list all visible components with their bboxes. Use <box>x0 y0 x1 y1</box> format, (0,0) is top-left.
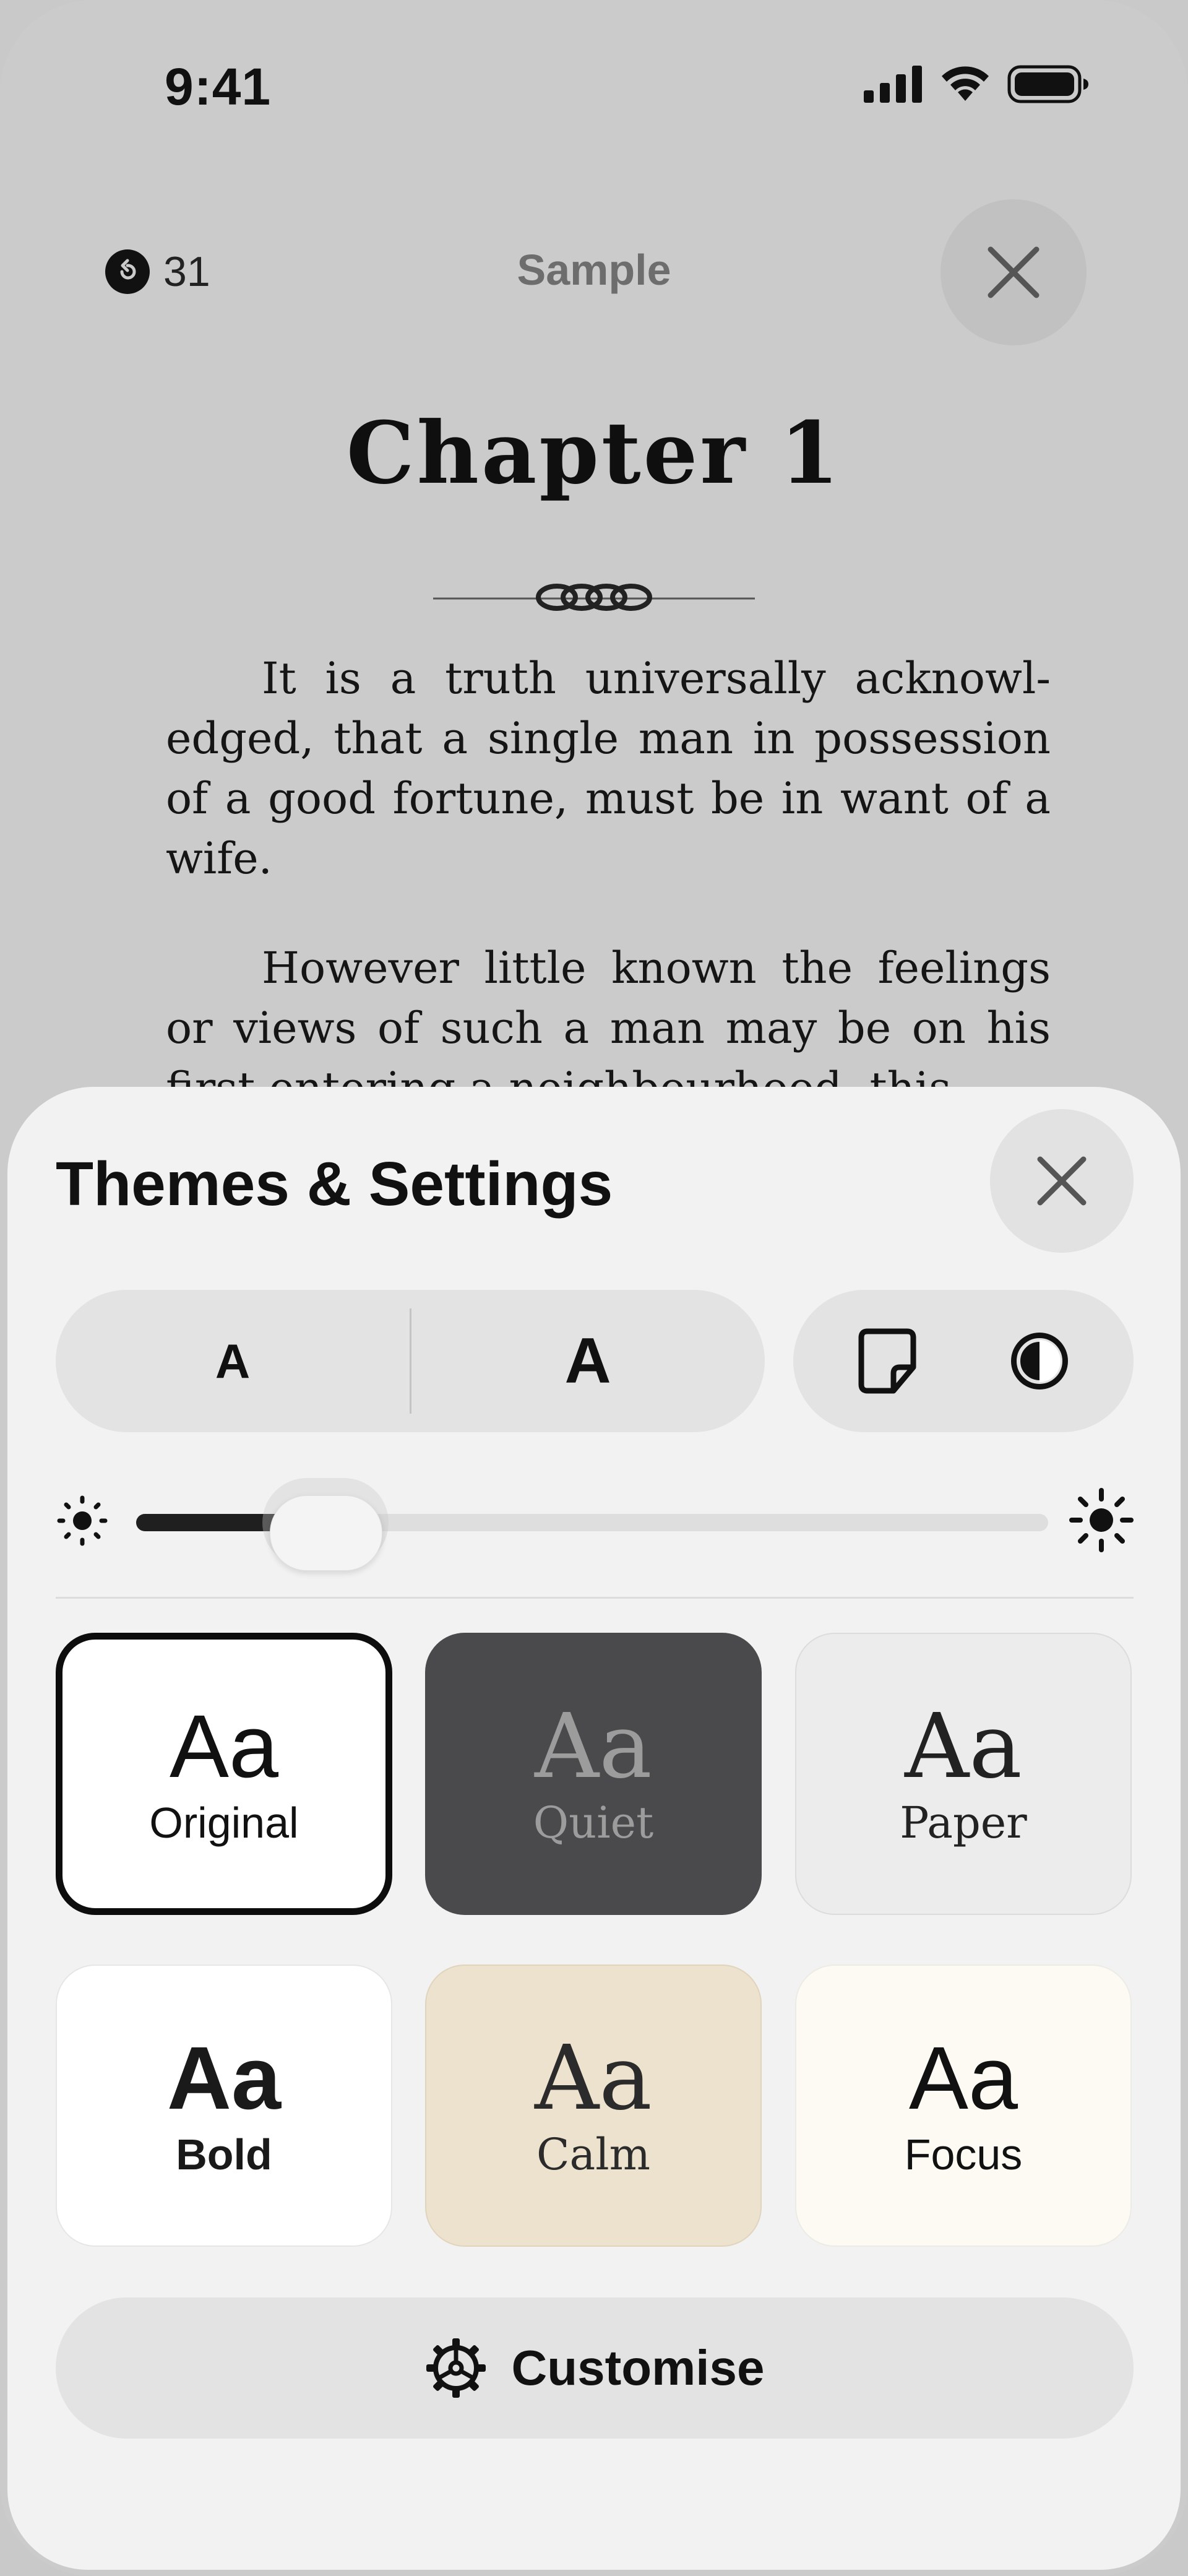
page-view-button[interactable] <box>813 1290 962 1432</box>
theme-sample: Aa <box>169 1696 279 1796</box>
theme-original[interactable]: Aa Original <box>56 1633 392 1915</box>
theme-calm[interactable]: Aa Calm <box>425 1964 762 2247</box>
decrease-font-button[interactable]: A <box>56 1290 410 1432</box>
increase-font-button[interactable]: A <box>411 1290 765 1432</box>
theme-label: Calm <box>536 2129 651 2180</box>
status-icons <box>864 65 1089 103</box>
theme-sample: Aa <box>908 2028 1018 2128</box>
theme-paper[interactable]: Aa Paper <box>795 1633 1132 1915</box>
theme-quiet[interactable]: Aa Quiet <box>425 1633 762 1915</box>
cellular-signal-icon <box>864 66 922 103</box>
gear-icon <box>426 2338 486 2398</box>
brightness-low-icon <box>57 1495 108 1546</box>
slider-track[interactable] <box>136 1478 1048 1571</box>
reader-close-button[interactable] <box>940 199 1087 345</box>
status-bar: 9:41 <box>0 0 1188 161</box>
slider-thumb[interactable] <box>270 1495 383 1571</box>
ornament-divider-icon <box>433 584 755 611</box>
themes-settings-sheet: Themes & Settings A A Aa Original Aa Qui… <box>7 1087 1181 2570</box>
status-time: 9:41 <box>165 58 272 116</box>
customise-button[interactable]: Customise <box>56 2297 1134 2439</box>
theme-sample: Aa <box>905 1694 1022 1798</box>
close-icon <box>1037 1156 1087 1206</box>
theme-label: Focus <box>904 2130 1023 2179</box>
font-size-control: A A <box>56 1290 765 1432</box>
sheet-close-button[interactable] <box>990 1109 1134 1253</box>
battery-icon <box>1007 65 1088 103</box>
theme-sample: Aa <box>535 2026 652 2130</box>
appearance-contrast-icon <box>1011 1333 1068 1390</box>
theme-label: Paper <box>900 1797 1027 1848</box>
theme-label: Bold <box>176 2130 272 2179</box>
divider <box>56 1597 1134 1599</box>
paragraph: It is a truth universally acknowl­edged,… <box>166 653 1051 884</box>
brightness-high-icon <box>1069 1488 1134 1552</box>
view-mode-control <box>793 1290 1134 1432</box>
theme-label: Original <box>149 1799 299 1847</box>
sheet-title: Themes & Settings <box>56 1149 613 1219</box>
theme-label: Quiet <box>533 1797 654 1848</box>
theme-bold[interactable]: Aa Bold <box>56 1964 392 2247</box>
close-icon <box>988 246 1040 298</box>
wifi-icon <box>942 66 989 101</box>
theme-sample: Aa <box>535 1694 652 1798</box>
theme-sample: Aa <box>166 2028 282 2128</box>
chapter-title: Chapter 1 <box>346 402 842 503</box>
reader-screen: 9:41 31 Sample Chapter 1 It is a truth u… <box>0 0 1188 2576</box>
page-view-icon <box>858 1328 916 1394</box>
customise-label: Customise <box>511 2340 765 2395</box>
brightness-slider[interactable] <box>56 1476 1134 1571</box>
theme-focus[interactable]: Aa Focus <box>795 1964 1132 2247</box>
appearance-button[interactable] <box>965 1290 1114 1432</box>
